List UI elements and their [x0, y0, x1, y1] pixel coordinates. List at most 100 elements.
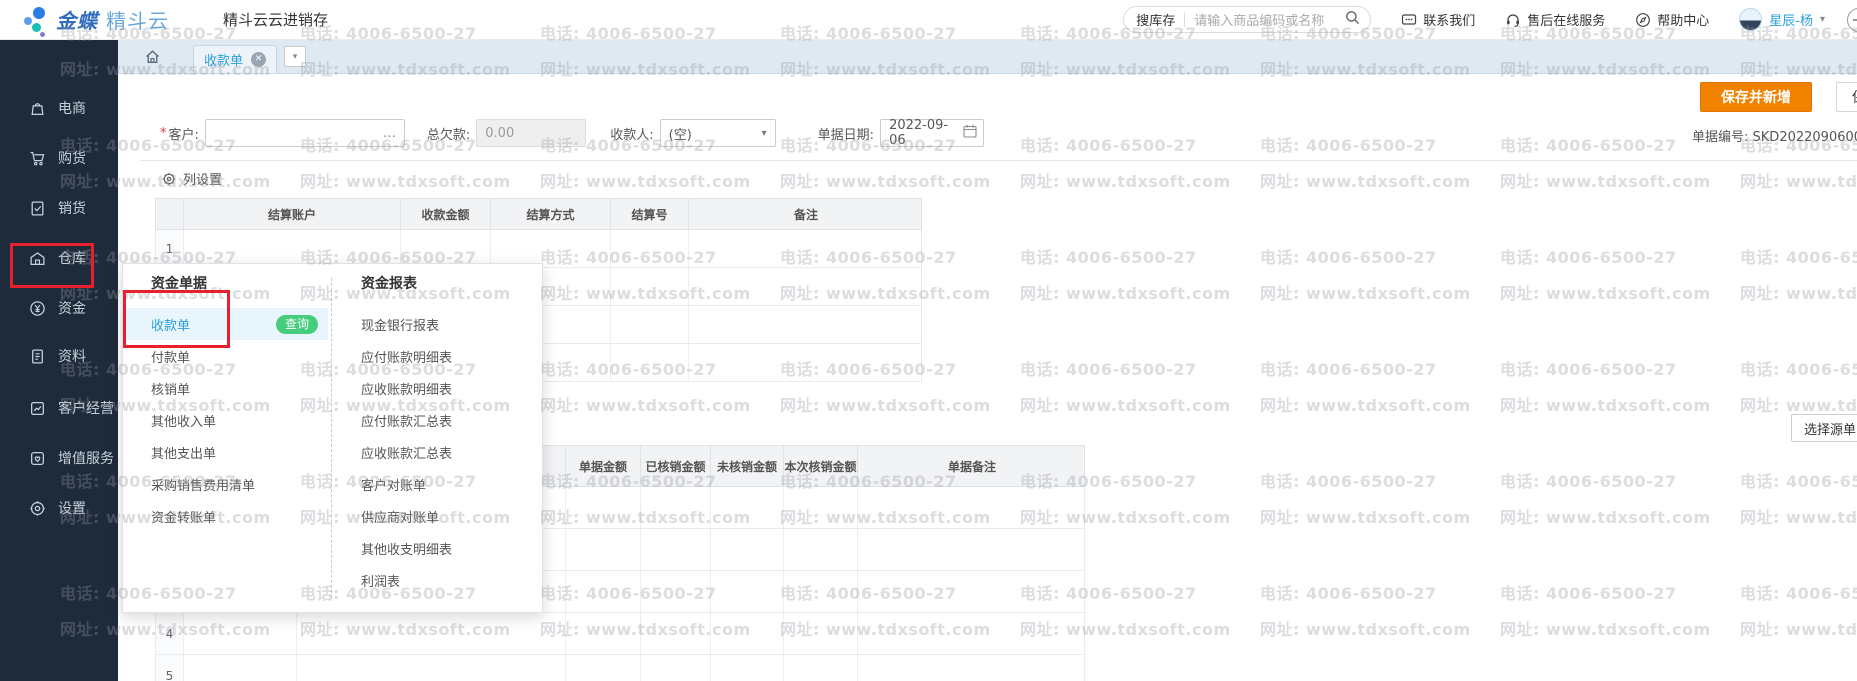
table-cell[interactable]: [689, 230, 923, 267]
tab-receipt-voucher[interactable]: 收款单 ✕: [193, 45, 277, 73]
table-cell[interactable]: [711, 613, 784, 654]
menu-item-other-income[interactable]: 其他收入单: [151, 404, 331, 436]
table-cell[interactable]: [611, 268, 689, 305]
table-cell[interactable]: [566, 529, 641, 570]
table-cell[interactable]: [711, 655, 784, 681]
tab-list-dropdown[interactable]: ▾: [284, 46, 306, 67]
menu-item-purchase-sales-expense[interactable]: 采购销售费用清单: [151, 468, 331, 500]
menu-item-label: 应收账款明细表: [361, 379, 452, 398]
contact-us-link[interactable]: 联系我们: [1401, 10, 1475, 29]
sidebar-item-purchase[interactable]: 购货: [0, 147, 118, 169]
sidebar-item-label: 购货: [58, 148, 86, 168]
menu-item-profit-report[interactable]: 利润表: [361, 564, 542, 596]
menu-item-customer-statement[interactable]: 客户对账单: [361, 468, 542, 500]
table-cell[interactable]: [711, 487, 784, 528]
search-input[interactable]: 请输入商品编码或名称: [1194, 10, 1345, 29]
table-cell[interactable]: [784, 571, 858, 612]
search-icon[interactable]: [1345, 10, 1360, 29]
table-cell[interactable]: [858, 487, 1086, 528]
table-cell[interactable]: [641, 571, 711, 612]
table-cell[interactable]: [184, 655, 297, 681]
menu-item-supplier-statement[interactable]: 供应商对账单: [361, 500, 542, 532]
inventory-search-box[interactable]: 搜库存 请输入商品编码或名称: [1123, 6, 1371, 33]
table-cell[interactable]: [566, 613, 641, 654]
table-cell[interactable]: [711, 529, 784, 570]
sidebar-item-value-added[interactable]: 增值服务: [0, 447, 118, 469]
table-cell[interactable]: [784, 529, 858, 570]
table-cell[interactable]: [784, 613, 858, 654]
headset-icon: [1505, 12, 1521, 28]
menu-item-payable-summary[interactable]: 应付账款汇总表: [361, 404, 542, 436]
search-scope-label[interactable]: 搜库存: [1136, 10, 1175, 29]
after-sales-service-link[interactable]: 售后在线服务: [1505, 10, 1605, 29]
table-cell[interactable]: [641, 613, 711, 654]
sidebar-item-warehouse[interactable]: 仓库: [0, 247, 118, 269]
table-cell[interactable]: [858, 571, 1086, 612]
menu-item-payable-detail[interactable]: 应付账款明细表: [361, 340, 542, 372]
table-cell[interactable]: [566, 487, 641, 528]
menu-item-other-inout-detail[interactable]: 其他收支明细表: [361, 532, 542, 564]
table-cell[interactable]: [689, 268, 923, 305]
tab-close-icon[interactable]: ✕: [251, 52, 266, 67]
table-cell[interactable]: [858, 529, 1086, 570]
table-cell[interactable]: [641, 487, 711, 528]
payee-select[interactable]: (空) ▾: [660, 119, 776, 147]
watermark-text: 电话: 4006-6500-27: [1740, 244, 1857, 268]
sidebar-item-label: 设置: [58, 498, 86, 518]
collapse-edge-icon[interactable]: [1847, 8, 1857, 32]
table-cell[interactable]: [184, 230, 401, 267]
sidebar-item-ecommerce[interactable]: 电商: [0, 97, 118, 119]
menu-item-cash-bank-report[interactable]: 现金银行报表: [361, 308, 542, 340]
table-cell[interactable]: [784, 487, 858, 528]
table-cell[interactable]: [401, 230, 491, 267]
menu-item-funds-transfer[interactable]: 资金转账单: [151, 500, 331, 532]
table-cell[interactable]: [297, 613, 566, 654]
table-cell[interactable]: [641, 529, 711, 570]
doc-date-field[interactable]: 2022-09-06: [880, 119, 984, 147]
table-cell[interactable]: [611, 344, 689, 381]
table-cell[interactable]: [566, 655, 641, 681]
menu-item-receivable-summary[interactable]: 应收账款汇总表: [361, 436, 542, 468]
table-cell[interactable]: [297, 655, 566, 681]
table-cell[interactable]: [689, 306, 923, 343]
watermark-text: 电话: 4006-6500-27: [1260, 132, 1437, 156]
column-settings-button[interactable]: 列设置: [162, 169, 222, 188]
user-menu[interactable]: 星辰-杨 ▾: [1739, 8, 1825, 31]
select-source-button[interactable]: 选择源单: [1791, 414, 1857, 442]
sidebar-item-funds[interactable]: 资金: [0, 297, 118, 319]
menu-item-receipt-voucher[interactable]: 收款单 查询: [123, 308, 328, 340]
watermark-text: 电话: 4006-6500-27: [1260, 468, 1437, 492]
calendar-icon[interactable]: [963, 124, 977, 142]
table-cell[interactable]: [689, 344, 923, 381]
customer-field[interactable]: …: [205, 119, 405, 147]
watermark-text: 网址: www.tdxsoft.com: [1020, 168, 1231, 192]
table-cell[interactable]: [858, 655, 1086, 681]
home-icon[interactable]: [144, 48, 161, 65]
sidebar-item-customer-operation[interactable]: 客户经营: [0, 397, 118, 419]
total-due-field: 0.00: [476, 119, 586, 147]
menu-item-other-expense[interactable]: 其他支出单: [151, 436, 331, 468]
customer-lookup-icon[interactable]: …: [383, 126, 396, 141]
save-button[interactable]: 保存: [1836, 82, 1857, 112]
query-badge[interactable]: 查询: [276, 315, 318, 334]
save-and-new-button[interactable]: 保存并新增: [1700, 82, 1812, 112]
menu-item-receivable-detail[interactable]: 应收账款明细表: [361, 372, 542, 404]
table-cell[interactable]: [858, 613, 1086, 654]
table-cell[interactable]: [566, 571, 641, 612]
help-center-link[interactable]: 帮助中心: [1635, 10, 1709, 29]
watermark-text: 网址: www.tdxsoft.com: [300, 168, 511, 192]
table-cell[interactable]: [611, 306, 689, 343]
kingdee-logo[interactable]: 金蝶 精斗云: [24, 5, 169, 35]
menu-item-payment-voucher[interactable]: 付款单: [151, 340, 331, 372]
sidebar-item-sales[interactable]: 销货: [0, 197, 118, 219]
sidebar-item-data[interactable]: 资料: [0, 345, 118, 367]
menu-item-label: 资金转账单: [151, 507, 216, 526]
table-cell[interactable]: [641, 655, 711, 681]
table-cell[interactable]: [491, 230, 611, 267]
sidebar-item-settings[interactable]: 设置: [0, 497, 118, 519]
table-cell[interactable]: [784, 655, 858, 681]
table-cell[interactable]: [711, 571, 784, 612]
table-cell[interactable]: [611, 230, 689, 267]
table-cell[interactable]: [184, 613, 297, 654]
menu-item-writeoff-voucher[interactable]: 核销单: [151, 372, 331, 404]
